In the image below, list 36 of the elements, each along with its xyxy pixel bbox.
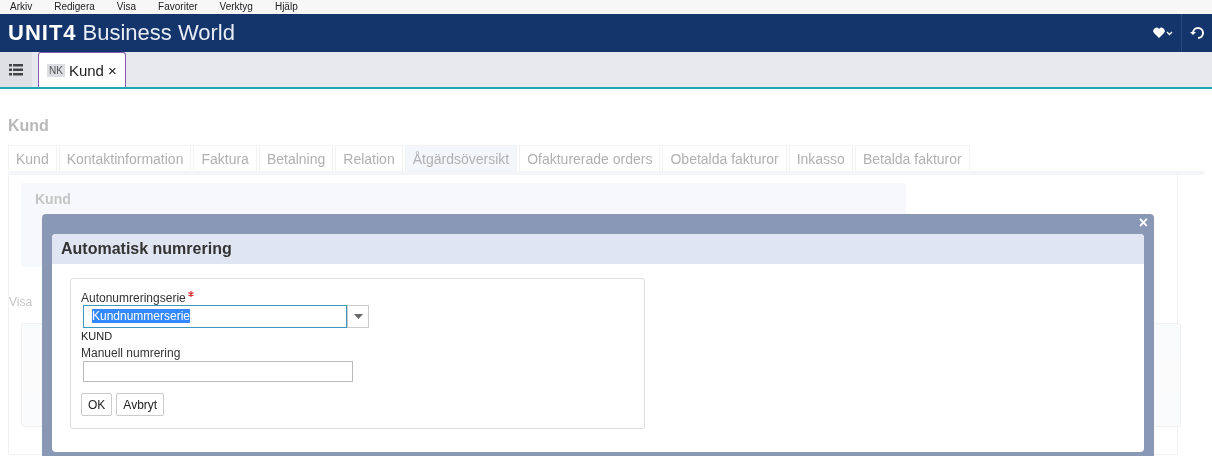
list-icon[interactable] [9,63,23,76]
dropdown-button[interactable] [347,305,369,328]
menu-item[interactable]: Hjälp [274,1,298,14]
input-field[interactable] [83,361,353,382]
dialog-button[interactable]: Avbryt [116,393,165,416]
dialog-title: Automatisk numrering [52,234,1144,264]
section-label: Visa [9,295,33,309]
series-code: KUND [81,330,113,342]
tab[interactable]: Obetalda fakturor [662,145,787,171]
caret-icon[interactable] [353,314,363,319]
dialog-button[interactable]: OK [81,393,113,416]
tab[interactable]: Kund [8,145,57,171]
menu-item[interactable]: Visa [116,1,137,14]
field-label: Autonumreringserie [81,291,186,305]
logo: UNIT4 [8,20,77,46]
menu-item[interactable]: Favoriter [158,1,198,14]
undo-icon[interactable] [1190,26,1204,40]
heart-icon[interactable] [1153,27,1173,39]
tab[interactable]: Betalning [258,145,334,171]
tab[interactable]: Faktura [193,145,257,171]
document-tab[interactable]: NK Kund × [38,52,126,87]
menu-item[interactable]: Verktyg [219,1,253,14]
tab[interactable]: Inkasso [788,145,853,171]
menu-button[interactable] [0,52,32,87]
tab[interactable]: Åtgärdsöversikt [404,145,518,171]
tab[interactable]: Betalda fakturor [854,145,970,171]
field-label: Manuell numrering [81,346,181,360]
series-dropdown[interactable]: Kundnummerserie [83,305,347,328]
close-button[interactable]: × [1138,214,1148,232]
menu-item[interactable]: Redigera [54,1,95,14]
tab[interactable]: Kontaktinformation [58,145,192,171]
menu-item[interactable]: Arkiv [10,1,33,14]
page-title: Kund [8,117,50,136]
tab[interactable]: Relation [335,145,403,171]
tab[interactable]: Ofakturerade orders [519,145,661,171]
product-name: Business World [82,20,235,46]
